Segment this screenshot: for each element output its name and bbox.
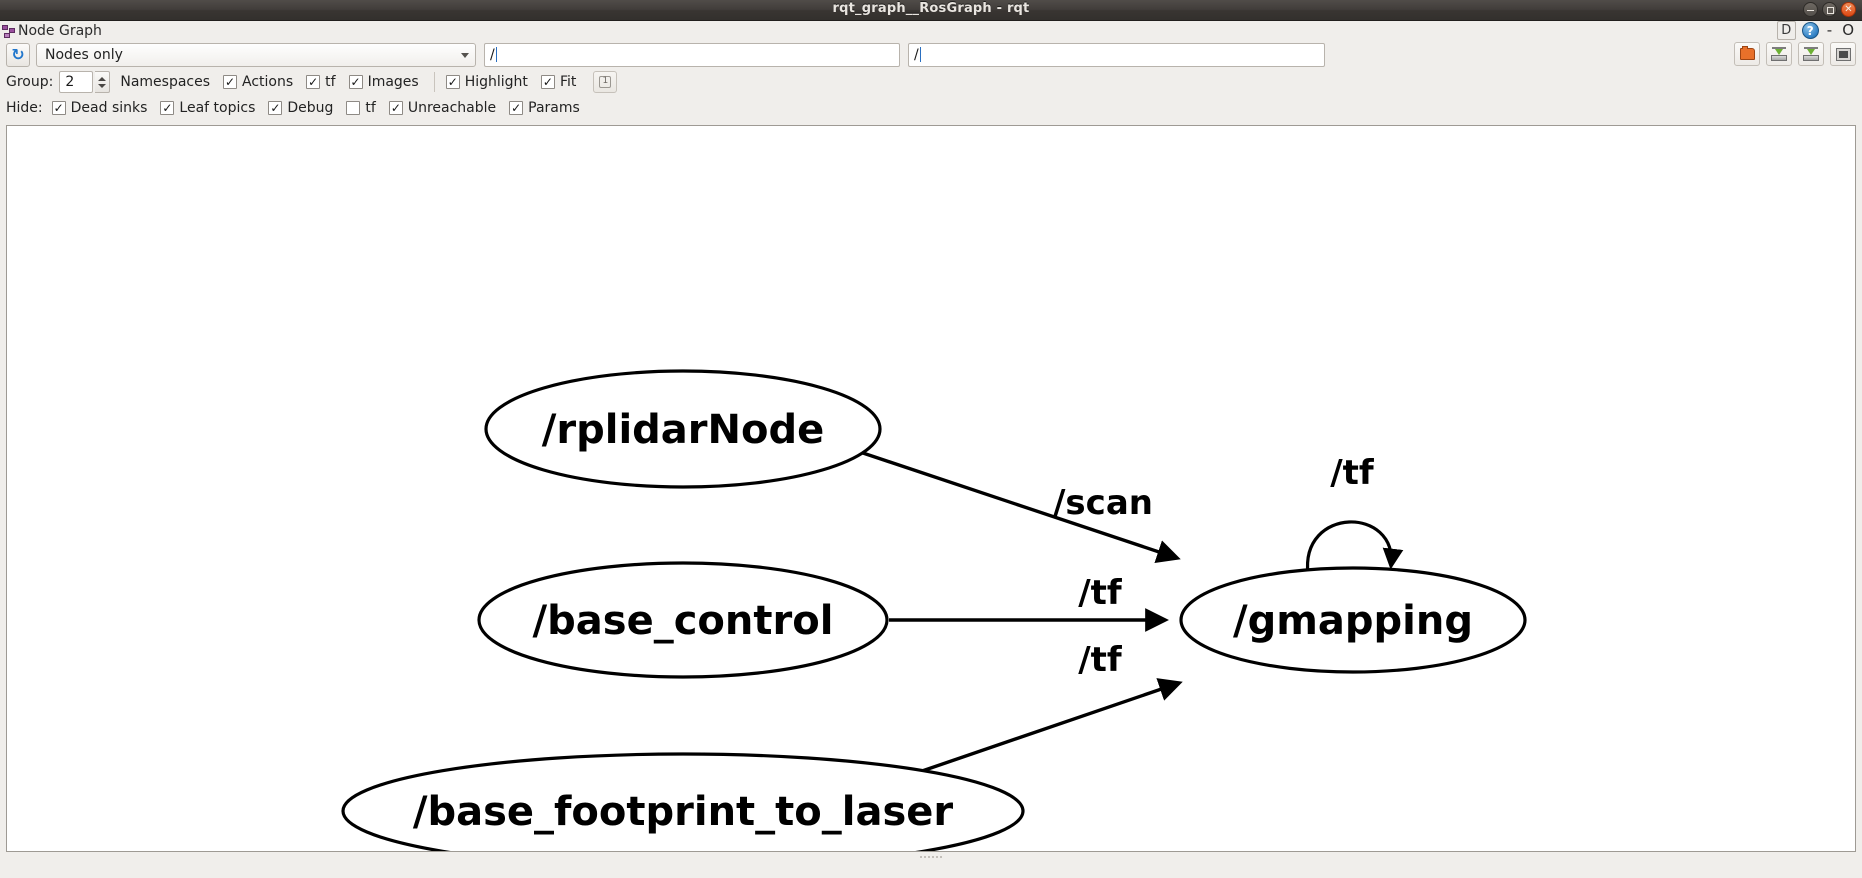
save-image-icon	[1803, 47, 1819, 61]
hide-dead-sinks-label: Dead sinks	[71, 100, 148, 116]
highlight-checkbox[interactable]: ✓ Highlight	[446, 74, 528, 90]
graph-toolbar: ↻ Nodes only / /	[0, 41, 1862, 69]
resize-grip[interactable]	[920, 856, 942, 858]
stepper-up-icon[interactable]	[98, 77, 106, 81]
namespaces-label[interactable]: Namespaces	[120, 74, 210, 90]
hide-leaf-topics-checkbox[interactable]: ✓ Leaf topics	[160, 100, 255, 116]
topic-filter-input[interactable]: /	[908, 43, 1325, 67]
graph-mode-value: Nodes only	[45, 47, 123, 63]
hide-tf-checkbox[interactable]: tf	[346, 100, 375, 116]
hide-params-checkbox[interactable]: ✓ Params	[509, 100, 580, 116]
namespace-filter-value: /	[490, 47, 495, 63]
checkbox-check-icon: ✓	[509, 101, 523, 115]
window-title: rqt_graph__RosGraph - rqt	[0, 1, 1862, 16]
save-as-image-button[interactable]	[1798, 42, 1824, 66]
toolbar-action-buttons	[1734, 42, 1856, 66]
node-label-rplidarNode: /rplidarNode	[542, 407, 824, 453]
checkbox-check-icon: ✓	[349, 75, 363, 89]
status-bar	[0, 852, 1862, 878]
refresh-graph-button[interactable]: ↻	[6, 43, 30, 67]
group-label: Group:	[6, 74, 53, 90]
fit-label: Fit	[560, 74, 576, 90]
ros-graph-svg[interactable]: /scan /tf /tf /tf /rplidarNode /base_con…	[7, 126, 1855, 851]
namespace-filter-input[interactable]: /	[484, 43, 900, 67]
window-titlebar: rqt_graph__RosGraph - rqt ✕	[0, 0, 1862, 21]
toolbar-separator	[434, 72, 435, 92]
actions-checkbox[interactable]: ✓ Actions	[223, 74, 293, 90]
graph-options-row: Group: 2 Namespaces ✓ Actions ✓ tf ✓ Ima…	[0, 69, 1862, 95]
tf-label: tf	[325, 74, 335, 90]
save-dot-icon	[1771, 47, 1787, 61]
edge-base_footprint_to_laser-gmapping[interactable]	[887, 683, 1179, 783]
hide-debug-label: Debug	[287, 100, 333, 116]
stepper-down-icon[interactable]	[98, 84, 106, 88]
graph-count-button[interactable]: 1	[593, 71, 617, 93]
fit-checkbox[interactable]: ✓ Fit	[541, 74, 576, 90]
dock-title-label: Node Graph	[18, 23, 102, 39]
checkbox-check-icon: ✓	[306, 75, 320, 89]
checkbox-check-icon: ✓	[389, 101, 403, 115]
hide-unreachable-checkbox[interactable]: ✓ Unreachable	[389, 100, 496, 116]
group-value: 2	[60, 74, 74, 90]
window-maximize-button[interactable]	[1822, 2, 1837, 17]
close-dock-button[interactable]: O	[1840, 23, 1856, 38]
dock-title-group: Node Graph	[2, 23, 102, 39]
tf-checkbox[interactable]: ✓ tf	[306, 74, 335, 90]
topic-filter-value: /	[914, 47, 919, 63]
images-label: Images	[368, 74, 419, 90]
hide-label: Hide:	[6, 100, 43, 116]
hide-unreachable-label: Unreachable	[408, 100, 496, 116]
checkbox-check-icon: ✓	[52, 101, 66, 115]
edge-label-scan: /scan	[1053, 483, 1153, 523]
dock-widget-header: Node Graph D ? - O	[0, 21, 1862, 41]
edge-label-tf-base-footprint: /tf	[1078, 640, 1123, 680]
float-dock-button[interactable]: -	[1825, 23, 1834, 38]
load-dot-button[interactable]	[1734, 42, 1760, 66]
graph-hide-row: Hide: ✓ Dead sinks ✓ Leaf topics ✓ Debug…	[0, 95, 1862, 121]
checkbox-unchecked-icon	[346, 101, 360, 115]
node-graph-icon	[2, 25, 15, 38]
group-stepper[interactable]	[95, 71, 110, 93]
open-folder-icon	[1740, 48, 1755, 60]
dock-header-buttons: D ? - O	[1777, 21, 1856, 40]
window-minimize-button[interactable]	[1803, 2, 1818, 17]
node-label-base_control: /base_control	[533, 598, 834, 644]
graph-node-rplidarNode[interactable]: /rplidarNode	[486, 371, 880, 487]
checkbox-check-icon: ✓	[268, 101, 282, 115]
save-as-dot-button[interactable]	[1766, 42, 1792, 66]
refresh-icon: ↻	[11, 47, 24, 63]
ros-graph-canvas[interactable]: /scan /tf /tf /tf /rplidarNode /base_con…	[6, 125, 1856, 852]
graph-mode-combobox[interactable]: Nodes only	[36, 43, 476, 67]
checkbox-check-icon: ✓	[160, 101, 174, 115]
hide-dead-sinks-checkbox[interactable]: ✓ Dead sinks	[52, 100, 148, 116]
fit-view-icon	[1836, 48, 1851, 61]
checkbox-check-icon: ✓	[446, 75, 460, 89]
hide-leaf-topics-label: Leaf topics	[179, 100, 255, 116]
detach-dock-button[interactable]: D	[1777, 21, 1796, 40]
graph-node-base_control[interactable]: /base_control	[479, 563, 887, 677]
node-label-base_footprint_to_laser: /base_footprint_to_laser	[413, 789, 954, 835]
hide-params-label: Params	[528, 100, 580, 116]
hide-tf-label: tf	[365, 100, 375, 116]
graph-node-base_footprint_to_laser[interactable]: /base_footprint_to_laser	[343, 754, 1023, 851]
chevron-down-icon	[461, 53, 469, 58]
edge-label-tf-selfloop: /tf	[1330, 453, 1375, 493]
edge-label-tf-base-control: /tf	[1078, 573, 1123, 613]
window-controls: ✕	[1803, 2, 1856, 17]
node-label-gmapping: /gmapping	[1233, 598, 1473, 644]
checkbox-check-icon: ✓	[541, 75, 555, 89]
graph-nodes: /rplidarNode /base_control /base_footpri…	[343, 371, 1525, 851]
window-close-button[interactable]: ✕	[1841, 2, 1856, 17]
group-spinbox[interactable]: 2	[59, 71, 93, 93]
checkbox-check-icon: ✓	[223, 75, 237, 89]
graph-count-label: 1	[599, 76, 611, 87]
edge-gmapping-gmapping-selfloop[interactable]	[1308, 522, 1392, 574]
fit-in-view-button[interactable]	[1830, 42, 1856, 66]
actions-label: Actions	[242, 74, 293, 90]
hide-debug-checkbox[interactable]: ✓ Debug	[268, 100, 333, 116]
highlight-label: Highlight	[465, 74, 528, 90]
images-checkbox[interactable]: ✓ Images	[349, 74, 419, 90]
help-icon[interactable]: ?	[1802, 22, 1819, 39]
graph-node-gmapping[interactable]: /gmapping	[1181, 568, 1525, 672]
